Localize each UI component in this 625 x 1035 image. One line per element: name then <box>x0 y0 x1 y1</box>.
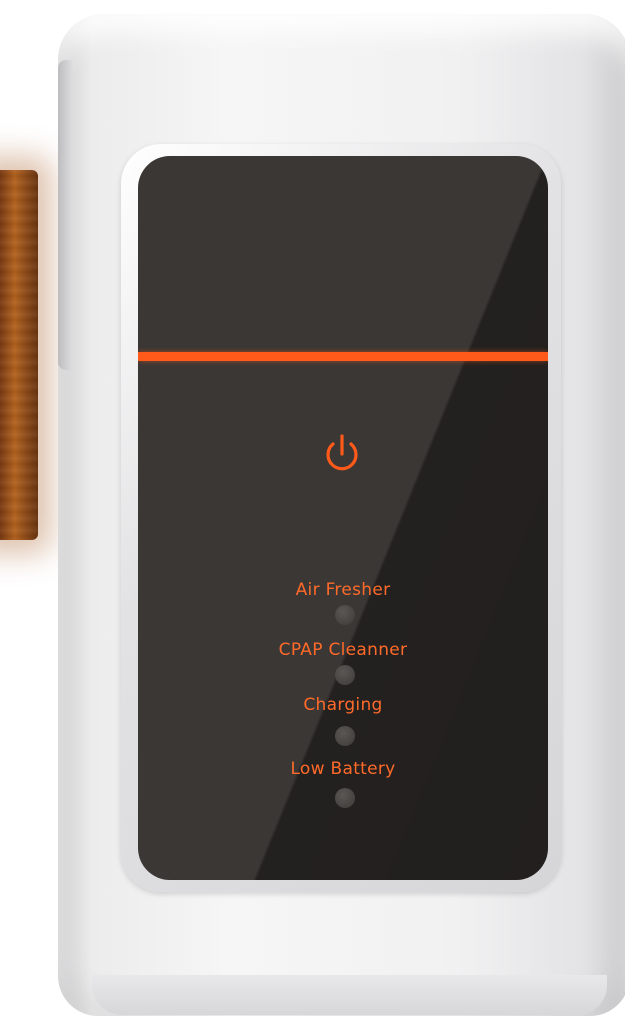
device-base <box>92 975 607 1015</box>
wood-background <box>0 170 38 540</box>
indicator-light-cpap-cleaner <box>335 665 355 685</box>
control-screen: Air Fresher CPAP Cleanner Charging Low B… <box>138 156 548 880</box>
indicator-label-charging: Charging <box>303 695 383 715</box>
indicator-label-cpap-cleaner: CPAP Cleanner <box>278 640 408 660</box>
indicator-light-air-fresher <box>335 605 355 625</box>
indicator-light-charging <box>335 726 355 746</box>
accent-stripe <box>138 352 548 361</box>
indicator-light-low-battery <box>335 788 355 808</box>
power-icon[interactable] <box>319 432 365 478</box>
indicator-label-low-battery: Low Battery <box>290 759 396 779</box>
indicator-label-air-fresher: Air Fresher <box>295 580 391 600</box>
device-side-panel <box>58 60 72 370</box>
